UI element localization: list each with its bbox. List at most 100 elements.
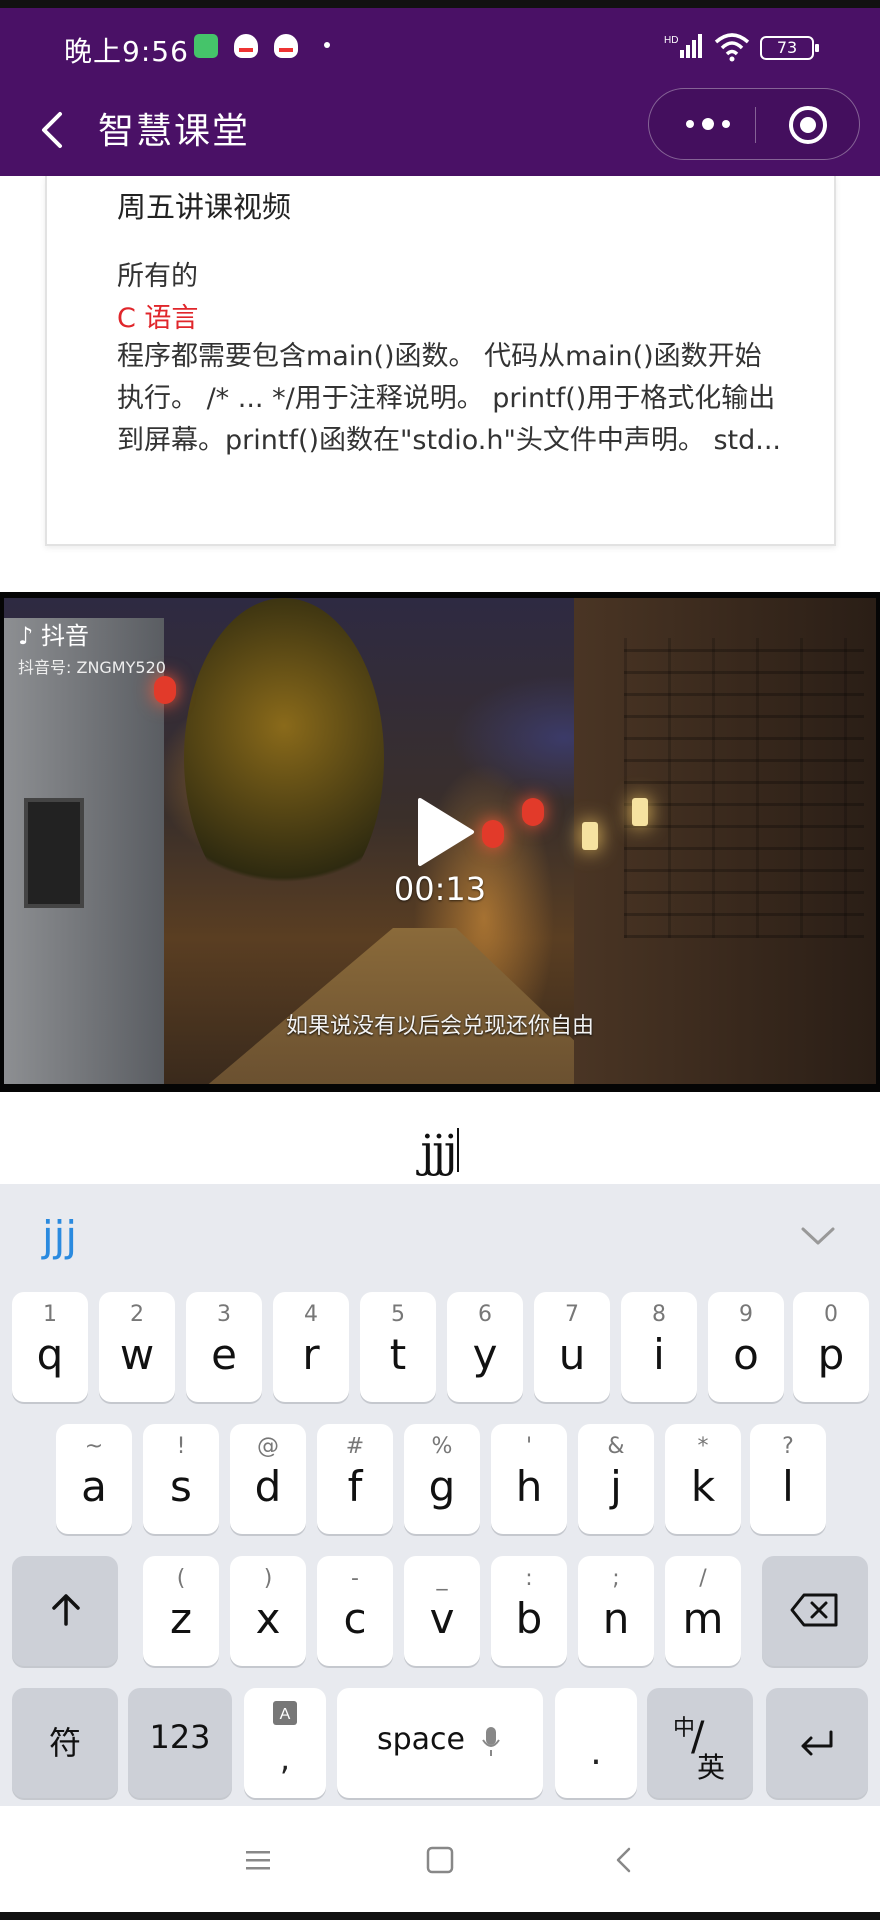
key-secondary: ' — [525, 1434, 533, 1459]
key-secondary: ? — [782, 1434, 794, 1459]
key-secondary: : — [525, 1566, 533, 1591]
key-w[interactable]: 2w — [99, 1292, 175, 1402]
key-m[interactable]: / m — [665, 1556, 741, 1666]
key-e[interactable]: 3e — [186, 1292, 262, 1402]
more-notifications-dot — [324, 42, 330, 48]
key-secondary: 5 — [391, 1302, 405, 1327]
key-secondary: 0 — [824, 1302, 838, 1327]
key-primary: m — [682, 1594, 724, 1643]
key-primary: t — [389, 1330, 407, 1379]
key-primary: z — [169, 1594, 193, 1643]
key-k[interactable]: * k — [665, 1424, 741, 1534]
language-switch-key[interactable]: 中 / 英 — [647, 1688, 753, 1798]
key-a[interactable]: ~ a — [56, 1424, 132, 1534]
lesson-card[interactable]: 周五讲课视频 所有的 C 语言 程序都需要包含main()函数。 代码从main… — [45, 176, 836, 546]
back-icon[interactable] — [614, 1846, 634, 1874]
android-app-icon — [194, 34, 218, 58]
key-l[interactable]: ? l — [750, 1424, 826, 1534]
nav-bar: 智慧课堂 — [0, 84, 880, 176]
key-p[interactable]: 0p — [793, 1292, 869, 1402]
key-secondary: % — [431, 1434, 453, 1459]
key-secondary: & — [607, 1434, 625, 1459]
period-key[interactable]: . — [555, 1688, 637, 1798]
key-primary: s — [170, 1462, 192, 1511]
back-arrow-icon[interactable] — [30, 102, 80, 158]
key-secondary: ~ — [84, 1434, 104, 1459]
video-duration: 00:13 — [393, 870, 487, 908]
key-n[interactable]: ; n — [578, 1556, 654, 1666]
video-scene-lantern — [522, 798, 544, 826]
menu-icon[interactable] — [244, 1848, 272, 1872]
key-secondary: * — [697, 1434, 709, 1459]
bottom-edge — [0, 1912, 880, 1920]
key-primary: k — [690, 1462, 716, 1511]
symbols-key[interactable]: 符 — [12, 1688, 118, 1798]
key-primary: b — [515, 1594, 543, 1643]
key-y[interactable]: 6y — [447, 1292, 523, 1402]
key-primary: r — [302, 1330, 320, 1379]
text-mode-icon: A — [273, 1701, 297, 1725]
key-primary: u — [558, 1330, 586, 1379]
signal-icon: HD — [664, 34, 702, 58]
key-primary: f — [347, 1462, 363, 1511]
qq-icon-2 — [274, 34, 298, 58]
video-scene-street — [204, 928, 624, 1084]
close-miniprogram-icon[interactable] — [789, 106, 827, 144]
symbols-label: 符 — [48, 1724, 81, 1762]
comma-key[interactable]: A , — [244, 1688, 326, 1798]
space-label: space — [377, 1722, 466, 1757]
key-secondary: # — [345, 1434, 365, 1459]
space-key[interactable]: space — [337, 1688, 543, 1798]
key-i[interactable]: 8i — [621, 1292, 697, 1402]
more-menu-button[interactable] — [663, 89, 753, 159]
key-r[interactable]: 4r — [273, 1292, 349, 1402]
system-navigation-bar — [0, 1806, 880, 1914]
key-secondary: 2 — [130, 1302, 144, 1327]
video-player[interactable]: ♪ 抖音 抖音号: ZNGMY520 00:13 如果说没有以后会兑现还你自由 — [0, 592, 880, 1092]
key-c[interactable]: -c — [317, 1556, 393, 1666]
home-icon[interactable] — [426, 1846, 454, 1874]
shift-key[interactable] — [12, 1556, 118, 1666]
key-primary: h — [515, 1462, 543, 1511]
key-q[interactable]: 1q — [12, 1292, 88, 1402]
key-b[interactable]: :b — [491, 1556, 567, 1666]
douyin-account: 抖音号: ZNGMY520 — [18, 658, 166, 677]
key-s[interactable]: ! s — [143, 1424, 219, 1534]
candidate-word[interactable]: jjj — [42, 1212, 77, 1261]
lesson-description: 程序都需要包含main()函数。 代码从main()函数开始执行。 /* ...… — [117, 341, 782, 456]
key-o[interactable]: 9o — [708, 1292, 784, 1402]
key-h[interactable]: ' h — [491, 1424, 567, 1534]
comment-input[interactable]: jjj — [0, 1092, 880, 1184]
key-z[interactable]: (z — [143, 1556, 219, 1666]
lesson-highlight: C 语言 — [117, 303, 199, 334]
top-edge — [0, 0, 880, 8]
qq-icon — [234, 34, 258, 58]
period-label: . — [590, 1732, 602, 1773]
enter-icon — [801, 1730, 833, 1756]
enter-key[interactable] — [766, 1688, 868, 1798]
chevron-down-icon[interactable] — [800, 1224, 836, 1248]
key-secondary: 9 — [739, 1302, 753, 1327]
backspace-key[interactable] — [762, 1556, 868, 1666]
video-scene-lamp — [632, 798, 648, 826]
key-f[interactable]: # f — [317, 1424, 393, 1534]
input-value: jjj — [420, 1126, 458, 1177]
key-primary: n — [602, 1594, 630, 1643]
soft-keyboard: jjj 1q 2w 3e 4r 5t 6y 7u 8i 9o 0p ~ a ! s … — [0, 1184, 880, 1806]
numbers-key[interactable]: 123 — [128, 1688, 232, 1798]
status-bar: 晚上9:56 HD 73 — [0, 8, 880, 84]
battery-indicator: 73 — [760, 36, 819, 60]
key-t[interactable]: 5t — [360, 1292, 436, 1402]
key-x[interactable]: ) x — [230, 1556, 306, 1666]
key-d[interactable]: @ d — [230, 1424, 306, 1534]
dot-icon — [722, 120, 730, 128]
key-g[interactable]: % g — [404, 1424, 480, 1534]
key-secondary: 7 — [565, 1302, 579, 1327]
play-icon[interactable] — [412, 796, 476, 868]
dot-icon — [686, 120, 694, 128]
key-u[interactable]: 7u — [534, 1292, 610, 1402]
lang-en-label: 英 — [697, 1751, 726, 1784]
key-primary: j — [610, 1462, 622, 1511]
key-j[interactable]: & j — [578, 1424, 654, 1534]
key-v[interactable]: _ v — [404, 1556, 480, 1666]
